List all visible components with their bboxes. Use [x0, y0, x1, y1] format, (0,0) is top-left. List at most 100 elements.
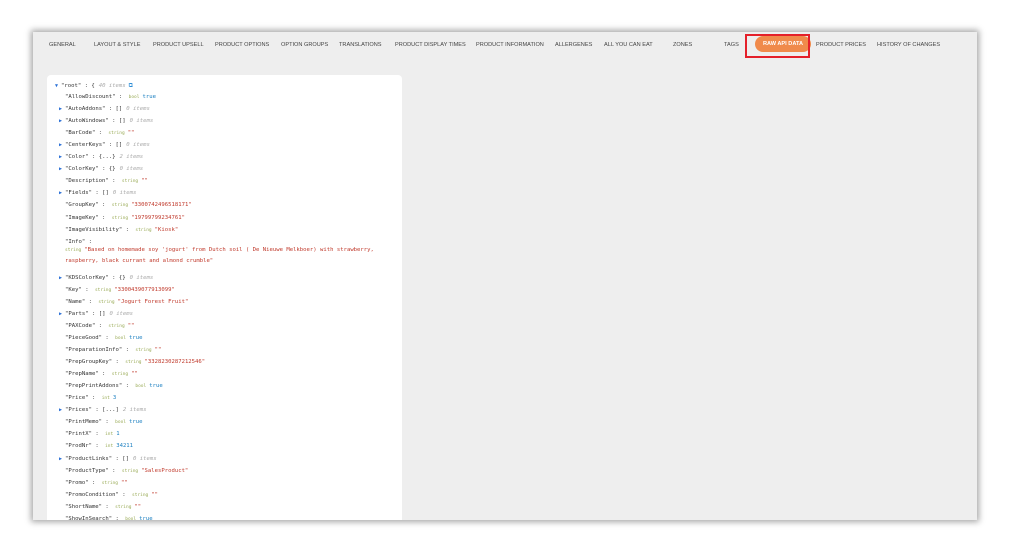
tree-row[interactable]: ▶ "Fields" : [] 0 items	[59, 190, 136, 196]
tree-type: string	[135, 348, 152, 354]
caret-down-icon[interactable]: ▼	[55, 83, 58, 89]
caret-right-icon[interactable]: ▶	[59, 456, 62, 462]
tree-value: []	[118, 118, 126, 125]
caret-right-icon[interactable]: ▶	[59, 142, 62, 148]
tree-colon: :	[108, 118, 119, 125]
tree-key: "GroupKey"	[65, 202, 99, 209]
tree-row: "PrepGroupKey" : string "3328230287212546…	[65, 359, 205, 365]
tree-key: "ProductLinks"	[65, 455, 113, 462]
tree-row[interactable]: ▶ "AutoWindows" : [] 0 items	[59, 118, 153, 124]
tree-key: "PrepGroupKey"	[65, 359, 113, 366]
json-viewer-panel: ▼ "root" : {40 items ⧉ "AllowDiscount" : b…	[47, 75, 402, 520]
tree-row: "PrepName" : string ""	[65, 371, 138, 377]
tree-row: "ProdNr" : int 34211	[65, 443, 133, 449]
caret-right-icon[interactable]: ▶	[59, 190, 62, 196]
tree-colon: :	[108, 467, 119, 474]
tree-colon: :	[105, 106, 116, 113]
tree-key: "Name"	[65, 298, 86, 305]
tree-type: string	[121, 468, 139, 474]
tree-colon: :	[88, 154, 99, 161]
tree-type: bool	[125, 516, 137, 520]
tree-row: "PieceGood" : bool true	[65, 335, 142, 341]
tab-product-display-times[interactable]: Product Display Times	[395, 42, 466, 48]
tree-value: ""	[141, 178, 148, 185]
root-brace: : {	[84, 83, 95, 89]
tree-row: "AllowDiscount" : bool true	[65, 94, 156, 100]
tab-option-groups[interactable]: Option Groups	[281, 42, 328, 48]
caret-right-icon[interactable]: ▶	[59, 118, 62, 124]
tree-row[interactable]: ▶ "Color" : {...} 2 items	[59, 154, 143, 160]
tree-count: 2 items	[119, 154, 144, 161]
copy-icon[interactable]: ⧉	[129, 82, 133, 89]
tree-root-row[interactable]: ▼ "root" : {40 items ⧉	[55, 82, 133, 90]
caret-right-icon[interactable]: ▶	[59, 166, 62, 172]
tree-key: "PrepName"	[65, 371, 99, 378]
tree-colon: :	[112, 359, 123, 366]
tree-colon: :	[102, 335, 113, 341]
tab-product-upsell[interactable]: Product Upsell	[153, 42, 204, 48]
tree-value: ""	[134, 503, 142, 510]
tab-tags[interactable]: Tags	[724, 42, 739, 48]
tree-colon: :	[112, 455, 123, 462]
tree-value: {...}	[98, 154, 116, 161]
tab-product-prices[interactable]: Product Prices	[816, 42, 866, 48]
tab-history-of-changes[interactable]: History of Changes	[877, 42, 940, 48]
tree-key: "KDSColorKey"	[65, 274, 109, 281]
tree-row[interactable]: ▶ "ProductLinks" : [] 0 items	[59, 456, 157, 462]
tree-row[interactable]: ▶ "ColorKey" : {} 0 items	[59, 166, 143, 172]
tree-key: "Parts"	[65, 310, 89, 317]
tree-row: "Description" : string ""	[65, 178, 148, 184]
tree-type: string	[111, 215, 129, 221]
tree-key: "ImageVisibility"	[65, 226, 123, 233]
caret-right-icon[interactable]: ▶	[59, 311, 62, 317]
tab-allergenes[interactable]: Allergenes	[555, 42, 592, 48]
tree-value: "19799799234761"	[131, 214, 185, 221]
tree-type: string	[94, 287, 112, 293]
tree-colon: :	[91, 190, 103, 197]
caret-right-icon[interactable]: ▶	[59, 407, 62, 413]
tree-colon: :	[85, 238, 92, 245]
tree-colon: :	[108, 274, 119, 281]
tree-type: string	[101, 480, 118, 486]
tree-type: bool	[135, 384, 147, 390]
tree-type: int	[105, 444, 114, 450]
caret-right-icon[interactable]: ▶	[59, 275, 62, 281]
tree-value: {}	[108, 166, 116, 173]
tree-value: ""	[127, 130, 135, 137]
tree-type: string	[98, 299, 115, 305]
tab-translations[interactable]: Translations	[339, 42, 381, 48]
caret-right-icon[interactable]: ▶	[59, 154, 62, 160]
tab-layout-style[interactable]: Layout & Style	[94, 42, 140, 48]
tab-zones[interactable]: Zones	[673, 42, 692, 48]
tree-count: 0 items	[133, 455, 157, 462]
tree-row[interactable]: ▶ "CenterKeys" : [] 0 items	[59, 142, 150, 148]
tree-row[interactable]: ▶ "KDSColorKey" : {} 0 items	[59, 275, 153, 281]
tree-row[interactable]: ▶ "AutoAddons" : [] 0 items	[59, 106, 150, 112]
tree-row: "BarCode" : string ""	[65, 130, 134, 136]
tree-row[interactable]: ▶ "Prices" : [...] 2 items	[59, 407, 147, 413]
tree-type: bool	[115, 336, 126, 341]
tree-key: "ProdNr"	[65, 443, 92, 450]
tree-type: string	[132, 492, 149, 498]
tab-product-options[interactable]: Product Options	[215, 42, 269, 48]
tree-colon: :	[88, 479, 99, 486]
root-count: 40 items	[98, 83, 126, 89]
tab-all-you-can-eat[interactable]: All You Can Eat	[604, 42, 653, 48]
tree-value: "3328230287212546"	[144, 359, 206, 366]
tree-value: "Kiosk"	[154, 226, 179, 233]
tab-product-information[interactable]: Product Information	[476, 42, 544, 48]
tab-general[interactable]: General	[49, 42, 76, 48]
caret-right-icon[interactable]: ▶	[59, 106, 62, 112]
tree-row: "PrintMemo" : bool true	[65, 419, 142, 425]
tree-row[interactable]: ▶ "Parts" : [] 0 items	[59, 311, 133, 317]
tree-colon: :	[91, 431, 103, 438]
tree-type: string	[108, 323, 125, 329]
tree-key: "Description"	[65, 178, 109, 185]
tree-value: ""	[127, 322, 135, 329]
tree-colon: :	[112, 515, 123, 520]
tree-value: "Jogurt Forest Fruit"	[117, 298, 189, 305]
tree-value: ""	[151, 491, 159, 498]
tree-colon: :	[122, 226, 133, 233]
tree-type: string	[115, 504, 132, 510]
tree-key: "AllowDiscount"	[65, 94, 116, 100]
